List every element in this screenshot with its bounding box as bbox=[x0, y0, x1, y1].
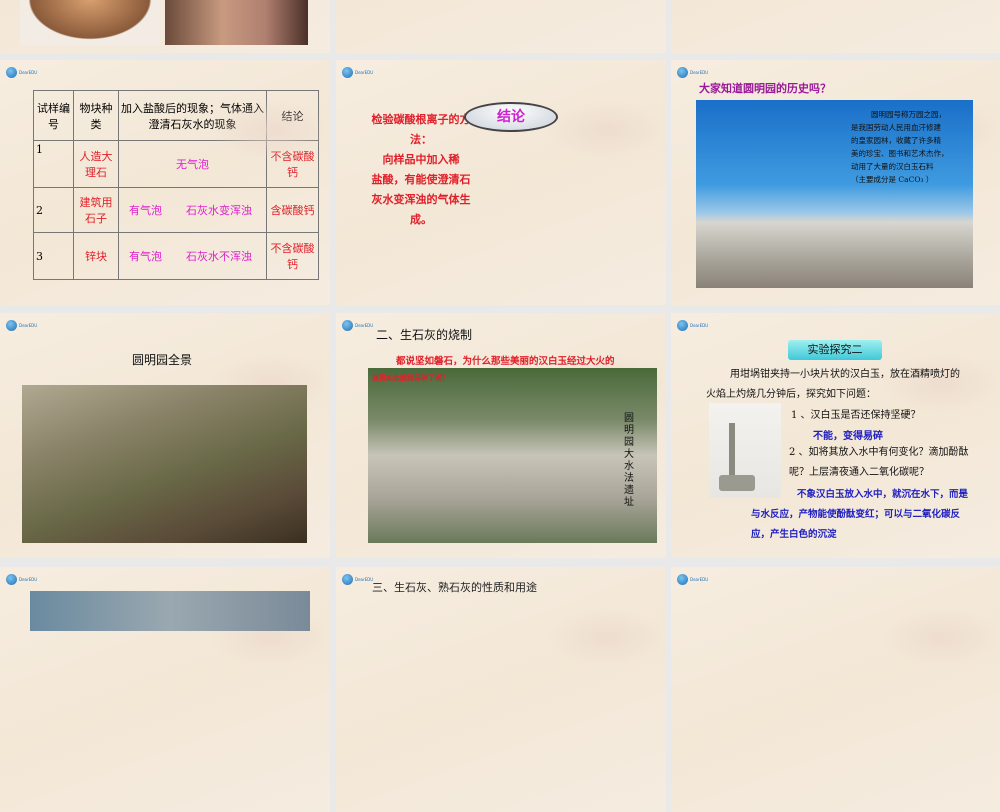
logo-icon: DearEDU bbox=[6, 66, 46, 78]
cell: 无气泡 bbox=[118, 140, 267, 188]
cell: 石灰水变浑浊 bbox=[171, 187, 267, 233]
question-1: 1 、汉白玉是否还保持坚硬？ bbox=[791, 410, 921, 421]
slide-thumbnail[interactable] bbox=[0, 0, 330, 53]
text-line: 美的珍宝、图书和艺术杰作， bbox=[851, 149, 949, 158]
history-caption: 圆明园号称万园之园， 是我国劳动人民用血汗修建 的皇家园林，收藏了许多精 美的珍… bbox=[851, 108, 971, 186]
slide-title: 圆明园全景 bbox=[132, 353, 193, 367]
slide-thumbnail[interactable]: DearEDU 三、生石灰、熟石灰的性质和用途 bbox=[336, 567, 666, 812]
cell: 锌块 bbox=[73, 232, 119, 280]
text-line: 向样品中加入稀 bbox=[382, 153, 460, 166]
slide-thumbnail[interactable]: DearEDU 大家知道圆明园的历史吗？ 圆明园号称万园之园， 是我国劳动人民用… bbox=[671, 60, 1000, 305]
conclusion-text: 检验碳酸根离子的方 法： 向样品中加入稀 盐酸，有能使澄清石 灰水变浑浊的气体生… bbox=[370, 110, 472, 230]
cell: 不含碳酸钙 bbox=[266, 232, 319, 280]
text-line: 法： bbox=[410, 133, 432, 146]
experiment-table: 试样编号 物块种类 加入盐酸后的现象；气体通入澄清石灰水的现象 结论 1 人造大… bbox=[33, 90, 319, 280]
logo-icon: DearEDU bbox=[342, 573, 382, 585]
logo-icon: DearEDU bbox=[342, 66, 382, 78]
cell: 有气泡 bbox=[117, 187, 172, 233]
vertical-caption: 圆明园大水法遗址 bbox=[624, 413, 634, 508]
ruins-photo bbox=[368, 368, 657, 543]
slide-thumbnail[interactable]: DearEDU 圆明园全景 bbox=[0, 313, 330, 558]
cell: 建筑用石子 bbox=[73, 187, 119, 233]
slide-thumbnail[interactable]: DearEDU 检验碳酸根离子的方 法： 向样品中加入稀 盐酸，有能使澄清石 灰… bbox=[336, 60, 666, 305]
logo-icon: DearEDU bbox=[342, 319, 382, 331]
text-line: 盐酸，有能使澄清石 bbox=[371, 173, 471, 186]
cell: 含碳酸钙 bbox=[266, 187, 319, 233]
alcohol-burner-image bbox=[709, 403, 781, 498]
table-row: 1 人造大理石 无气泡 不含碳酸钙 bbox=[33, 140, 319, 188]
slide-thumbnail[interactable]: DearEDU 二、生石灰的烧制 都说坚如磐石，为什么那些美丽的汉白玉经过大火的… bbox=[336, 313, 666, 558]
table-header: 物块种类 bbox=[73, 90, 119, 141]
logo-icon: DearEDU bbox=[6, 319, 46, 331]
logo-icon: DearEDU bbox=[677, 319, 717, 331]
answer-1: 不能，变得易碎 bbox=[813, 431, 883, 442]
conclusion-badge: 结论 bbox=[464, 102, 558, 132]
experiment-badge: 实验探究二 bbox=[788, 340, 882, 360]
logo-icon: DearEDU bbox=[677, 66, 717, 78]
cell: 不含碳酸钙 bbox=[266, 140, 319, 188]
text-line: 检验碳酸根离子的方 bbox=[371, 113, 471, 126]
logo-icon: DearEDU bbox=[6, 573, 46, 585]
slide-title: 三、生石灰、熟石灰的性质和用途 bbox=[372, 581, 537, 594]
slide-thumbnail[interactable]: DearEDU 实验探究二 用坩埚钳夹持一小块片状的汉白玉，放在酒精喷灯的火焰上… bbox=[671, 313, 1000, 558]
slide-thumbnail[interactable]: DearEDU bbox=[0, 567, 330, 812]
slide-thumbnail[interactable]: DearEDU bbox=[671, 567, 1000, 812]
text-line: 成。 bbox=[410, 213, 432, 226]
text-line: （主要成分是 CaCO₃ ） bbox=[851, 175, 934, 184]
question-2: 2 、如将其放入水中有何变化？滴加酚酞呢？上层清夜通入二氧化碳呢？ bbox=[789, 447, 969, 478]
photo bbox=[30, 591, 310, 631]
table-row: 3 锌块 有气泡 石灰水不浑浊 不含碳酸钙 bbox=[33, 232, 319, 280]
text-line: 动用了大量的汉白玉石料 bbox=[851, 162, 934, 171]
panorama-photo bbox=[22, 385, 307, 543]
table-header: 加入盐酸后的现象；气体通入澄清石灰水的现象 bbox=[118, 90, 267, 141]
text-line: 是我国劳动人民用血汗修建 bbox=[851, 123, 941, 132]
cell: 石灰水不浑浊 bbox=[171, 232, 267, 280]
slide-thumbnail[interactable]: DearEDU 试样编号 物块种类 加入盐酸后的现象；气体通入澄清石灰水的现象 … bbox=[0, 60, 330, 305]
answer-2: 不象汉白玉放入水中，就沉在水下，而是与水反应，产物能使酚酞变红；可以与二氧化碳反… bbox=[751, 489, 969, 540]
table-header: 试样编号 bbox=[33, 90, 74, 141]
face-image bbox=[165, 0, 308, 45]
intro-text: 用坩埚钳夹持一小块片状的汉白玉，放在酒精喷灯的火焰上灼烧几分钟后，探究如下问题： bbox=[706, 369, 960, 400]
table-header: 结论 bbox=[266, 90, 319, 141]
slide-title: 二、生石灰的烧制 bbox=[376, 328, 473, 342]
text-line: 灰水变浑浊的气体生 bbox=[371, 193, 471, 206]
table-row: 2 建筑用石子 有气泡 石灰水变浑浊 含碳酸钙 bbox=[33, 187, 319, 233]
slide-thumbnail[interactable] bbox=[336, 0, 666, 53]
cell: 人造大理石 bbox=[73, 140, 119, 188]
slide-thumbnail[interactable] bbox=[671, 0, 1000, 53]
cell: 3 bbox=[33, 232, 74, 280]
text-line: 圆明园号称万园之园， bbox=[871, 110, 946, 119]
question-text-continued: 变得如此脆弱易碎了呢？ bbox=[372, 373, 449, 382]
slide-title: 大家知道圆明园的历史吗？ bbox=[699, 82, 831, 95]
shell-image bbox=[20, 0, 160, 45]
cell: 2 bbox=[33, 187, 74, 233]
cell: 有气泡 bbox=[117, 232, 172, 280]
cell: 1 bbox=[33, 140, 74, 188]
question-text: 都说坚如磐石，为什么那些美丽的汉白玉经过大火的 bbox=[396, 356, 615, 367]
logo-icon: DearEDU bbox=[677, 573, 717, 585]
text-line: 的皇家园林，收藏了许多精 bbox=[851, 136, 941, 145]
